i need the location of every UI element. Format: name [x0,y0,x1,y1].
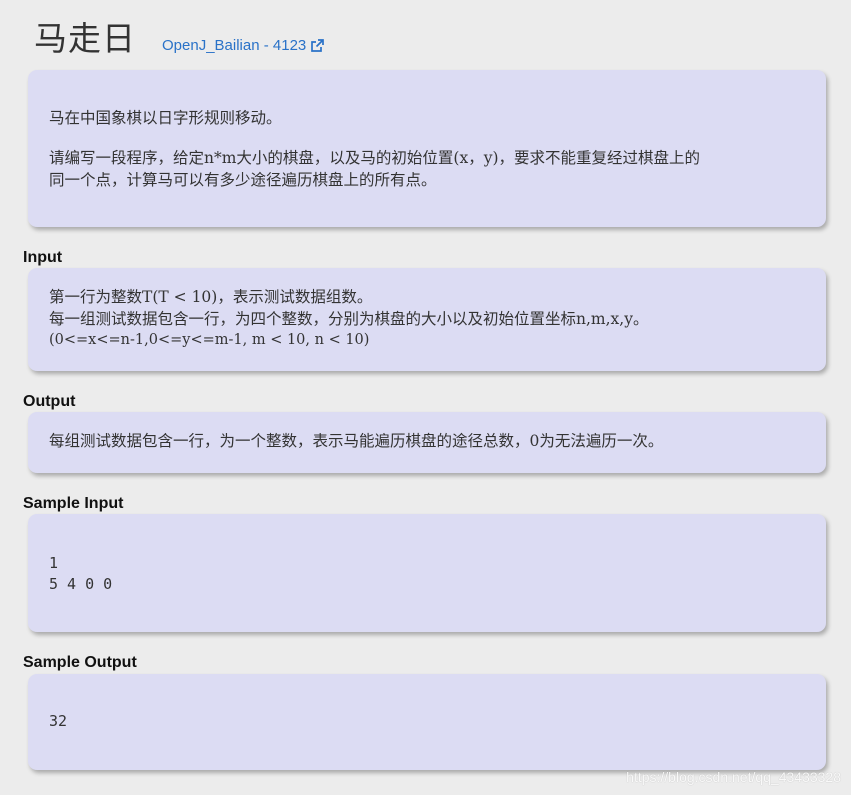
input-panel: 第一行为整数T(T < 10)，表示测试数据组数。 每一组测试数据包含一行，为四… [28,268,826,371]
description-panel: 马在中国象棋以日字形规则移动。 请编写一段程序，给定n*m大小的棋盘，以及马的初… [28,70,826,227]
sample-input-label: Sample Input [23,495,124,512]
sample-input-line: 5 4 0 0 [49,575,113,593]
description-line: 马在中国象棋以日字形规则移动。 [49,109,282,127]
input-label: Input [23,249,63,266]
description-line: 请编写一段程序，给定n*m大小的棋盘，以及马的初始位置(x，y)，要求不能重复经… [49,149,701,167]
description-line: 同一个点，计算马可以有多少途径遍历棋盘上的所有点。 [49,171,437,189]
output-label: Output [23,393,76,410]
sample-output-panel: 32 [28,674,826,770]
sample-output-line: 32 [49,712,68,730]
input-line: (0<=x<=n-1,0<=y<=m-1, m < 10, n < 10) [49,332,370,348]
sample-input-line: 1 [49,554,59,572]
page-header: 马走日 OpenJ_Bailian - 4123 [34,12,325,58]
external-link-icon [311,38,325,52]
output-panel: 每组测试数据包含一行，为一个整数，表示马能遍历棋盘的途径总数，0为无法遍历一次。 [28,412,826,473]
input-line: 每一组测试数据包含一行，为四个整数，分别为棋盘的大小以及初始位置坐标n,m,x,… [49,310,649,328]
source-link[interactable]: OpenJ_Bailian - 4123 [162,37,325,54]
problem-title: 马走日 [34,19,136,58]
sample-input-panel: 1 5 4 0 0 [28,514,826,632]
watermark: https://blog.csdn.net/qq_43433328 [626,769,841,785]
output-line: 每组测试数据包含一行，为一个整数，表示马能遍历棋盘的途径总数，0为无法遍历一次。 [49,432,664,450]
sample-output-label: Sample Output [23,654,137,671]
input-line: 第一行为整数T(T < 10)，表示测试数据组数。 [49,288,373,306]
source-link-label: OpenJ_Bailian - 4123 [162,37,307,54]
